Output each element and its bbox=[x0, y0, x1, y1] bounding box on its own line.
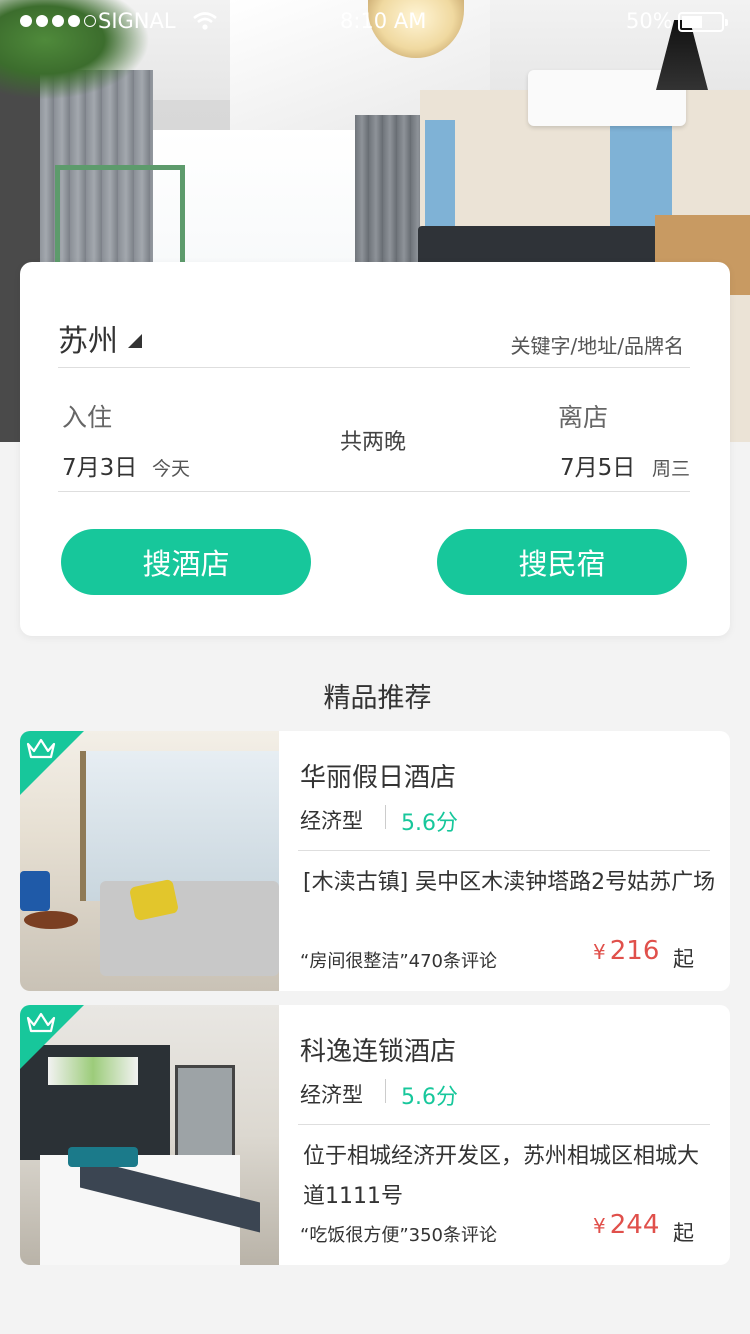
price-value: 244 bbox=[609, 1210, 660, 1240]
hotel-score: 5.6分 bbox=[401, 1085, 458, 1110]
price-currency: ¥ bbox=[593, 1214, 606, 1238]
hotel-card[interactable]: 科逸连锁酒店 经济型 5.6分 位于相城经济开发区，苏州相城区相城大道1111号… bbox=[20, 1005, 730, 1265]
price-suffix: 起 bbox=[673, 947, 694, 971]
checkin-label: 入住 bbox=[62, 403, 113, 432]
hotel-photo[interactable] bbox=[20, 1005, 279, 1265]
nights-count: 共两晚 bbox=[340, 430, 407, 455]
checkin-day: 今天 bbox=[152, 458, 191, 480]
type-divider bbox=[385, 805, 386, 829]
hotel-type: 经济型 bbox=[300, 809, 363, 833]
price-value: 216 bbox=[609, 936, 660, 966]
city-selector[interactable]: 苏州 bbox=[58, 316, 118, 360]
hotel-name[interactable]: 科逸连锁酒店 bbox=[300, 1031, 456, 1068]
hotel-type: 经济型 bbox=[300, 1083, 363, 1107]
battery-percent: 50% bbox=[626, 9, 673, 33]
checkout-day: 周三 bbox=[652, 458, 691, 480]
hero-blue-panel bbox=[425, 120, 455, 240]
checkout-label: 离店 bbox=[558, 403, 609, 432]
status-bar: SIGNAL 8:10 AM 50% bbox=[0, 0, 750, 44]
crown-icon bbox=[26, 738, 56, 759]
hotel-price: ¥244 bbox=[593, 1210, 659, 1240]
hotel-photo[interactable] bbox=[20, 731, 279, 991]
hotel-address: 位于相城经济开发区，苏州相城区相城大道1111号 bbox=[303, 1144, 700, 1209]
caret-icon[interactable] bbox=[128, 334, 142, 348]
hotel-card[interactable]: 华丽假日酒店 经济型 5.6分 [木渎古镇] 吴中区木渎钟塔路2号姑苏广场 “房… bbox=[20, 731, 730, 991]
keyword-search-input[interactable]: 关键字/地址/品牌名 bbox=[511, 330, 684, 359]
signal-strength-icon bbox=[20, 15, 96, 27]
recommend-title: 精品推荐 bbox=[323, 683, 432, 714]
hotel-price: ¥216 bbox=[593, 936, 659, 966]
battery-icon bbox=[678, 12, 728, 32]
city-row: 苏州 关键字/地址/品牌名 bbox=[58, 312, 690, 368]
search-bnb-button[interactable]: 搜民宿 bbox=[437, 529, 687, 595]
search-card: 苏州 关键字/地址/品牌名 入住 7月3日 今天 共两晚 离店 7月5日 周三 … bbox=[20, 262, 730, 636]
price-currency: ¥ bbox=[593, 940, 606, 964]
status-time: 8:10 AM bbox=[340, 9, 427, 33]
hotel-name[interactable]: 华丽假日酒店 bbox=[300, 757, 456, 794]
search-hotel-button[interactable]: 搜酒店 bbox=[61, 529, 311, 595]
carrier-name: SIGNAL bbox=[98, 9, 176, 33]
wifi-icon bbox=[193, 12, 217, 30]
crown-icon bbox=[26, 1012, 56, 1033]
checkin-date[interactable]: 7月3日 bbox=[62, 448, 137, 482]
hotel-address: [木渎古镇] 吴中区木渎钟塔路2号姑苏广场 bbox=[303, 870, 716, 895]
price-suffix: 起 bbox=[673, 1221, 694, 1245]
hotel-review: “房间很整洁”470条评论 bbox=[300, 951, 498, 972]
date-row: 入住 7月3日 今天 共两晚 离店 7月5日 周三 bbox=[58, 368, 690, 492]
card-divider bbox=[298, 850, 710, 851]
type-divider bbox=[385, 1079, 386, 1103]
hotel-review: “吃饭很方便”350条评论 bbox=[300, 1225, 498, 1246]
hotel-score: 5.6分 bbox=[401, 811, 458, 836]
checkout-date[interactable]: 7月5日 bbox=[560, 448, 635, 482]
card-divider bbox=[298, 1124, 710, 1125]
hero-clothes-rack bbox=[55, 165, 185, 265]
